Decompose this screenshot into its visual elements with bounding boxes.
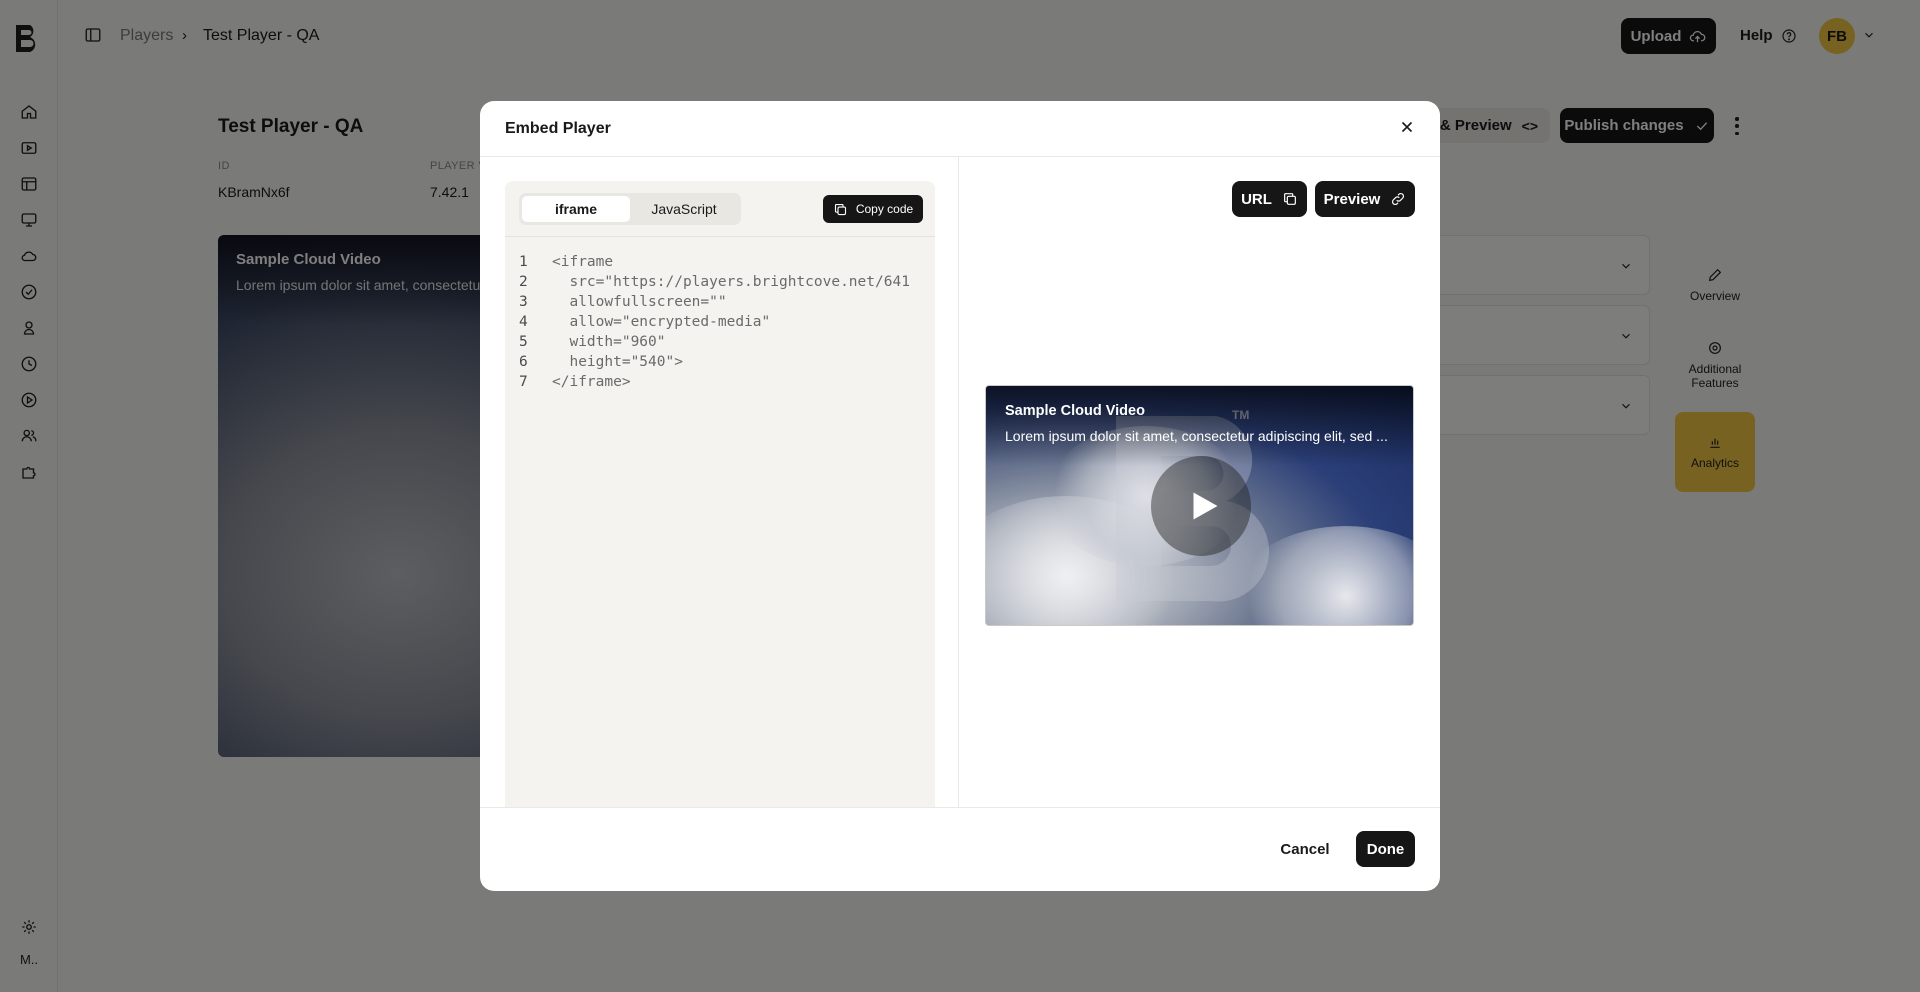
code-text: allow="encrypted-media" bbox=[552, 314, 771, 330]
url-label: URL bbox=[1241, 190, 1272, 208]
cancel-button[interactable]: Cancel bbox=[1275, 831, 1335, 867]
line-number: 1 bbox=[519, 254, 528, 270]
line-number: 3 bbox=[519, 294, 528, 310]
code-line: 7 </iframe> bbox=[519, 372, 925, 392]
modal-column-divider bbox=[958, 157, 959, 807]
modal-header: Embed Player bbox=[480, 101, 1440, 157]
copy-url-button[interactable]: URL bbox=[1232, 181, 1307, 217]
code-separator bbox=[505, 236, 935, 237]
code-text: <iframe bbox=[552, 254, 614, 270]
copy-code-label: Copy code bbox=[855, 202, 914, 216]
preview-link-button[interactable]: Preview bbox=[1315, 181, 1415, 217]
tab-javascript[interactable]: JavaScript bbox=[630, 196, 738, 222]
video-player-preview[interactable]: TM Sample Cloud Video Lorem ipsum dolor … bbox=[985, 385, 1414, 626]
embed-player-modal: Embed Player iframe JavaScript Copy code… bbox=[480, 101, 1440, 891]
code-text: height="540"> bbox=[552, 354, 683, 370]
line-number: 2 bbox=[519, 274, 528, 290]
code-line: 2 src="https://players.brightcove.net/64… bbox=[519, 272, 925, 292]
code-line: 1 <iframe bbox=[519, 252, 925, 272]
play-icon[interactable] bbox=[1151, 456, 1251, 556]
modal-title: Embed Player bbox=[505, 120, 611, 137]
line-number: 7 bbox=[519, 374, 528, 390]
embed-type-tabs: iframe JavaScript bbox=[519, 193, 741, 225]
done-button[interactable]: Done bbox=[1356, 831, 1415, 867]
line-number: 6 bbox=[519, 354, 528, 370]
code-text: allowfullscreen="" bbox=[552, 294, 727, 310]
video-description: Lorem ipsum dolor sit amet, consectetur … bbox=[1005, 428, 1388, 444]
line-number: 5 bbox=[519, 334, 528, 350]
code-line: 6 height="540"> bbox=[519, 352, 925, 372]
tab-iframe[interactable]: iframe bbox=[522, 196, 630, 222]
link-icon bbox=[1392, 192, 1405, 206]
code-line: 5 width="960" bbox=[519, 332, 925, 352]
code-block[interactable]: 1 <iframe 2 src="https://players.brightco… bbox=[519, 252, 925, 392]
code-line: 3 allowfullscreen="" bbox=[519, 292, 925, 312]
copy-icon bbox=[1283, 193, 1296, 205]
line-number: 4 bbox=[519, 314, 528, 330]
code-text: width="960" bbox=[552, 334, 666, 350]
close-icon[interactable] bbox=[1398, 118, 1418, 138]
code-text: </iframe> bbox=[552, 374, 631, 390]
copy-code-button[interactable]: Copy code bbox=[823, 195, 923, 223]
code-text: src="https://players.brightcove.net/641 bbox=[552, 274, 910, 290]
code-panel: iframe JavaScript Copy code 1 <iframe 2 s… bbox=[505, 181, 935, 807]
code-line: 4 allow="encrypted-media" bbox=[519, 312, 925, 332]
video-overlay bbox=[986, 386, 1413, 466]
copy-icon bbox=[834, 203, 846, 215]
preview-label: Preview bbox=[1323, 190, 1381, 208]
video-title: Sample Cloud Video bbox=[1005, 403, 1145, 419]
